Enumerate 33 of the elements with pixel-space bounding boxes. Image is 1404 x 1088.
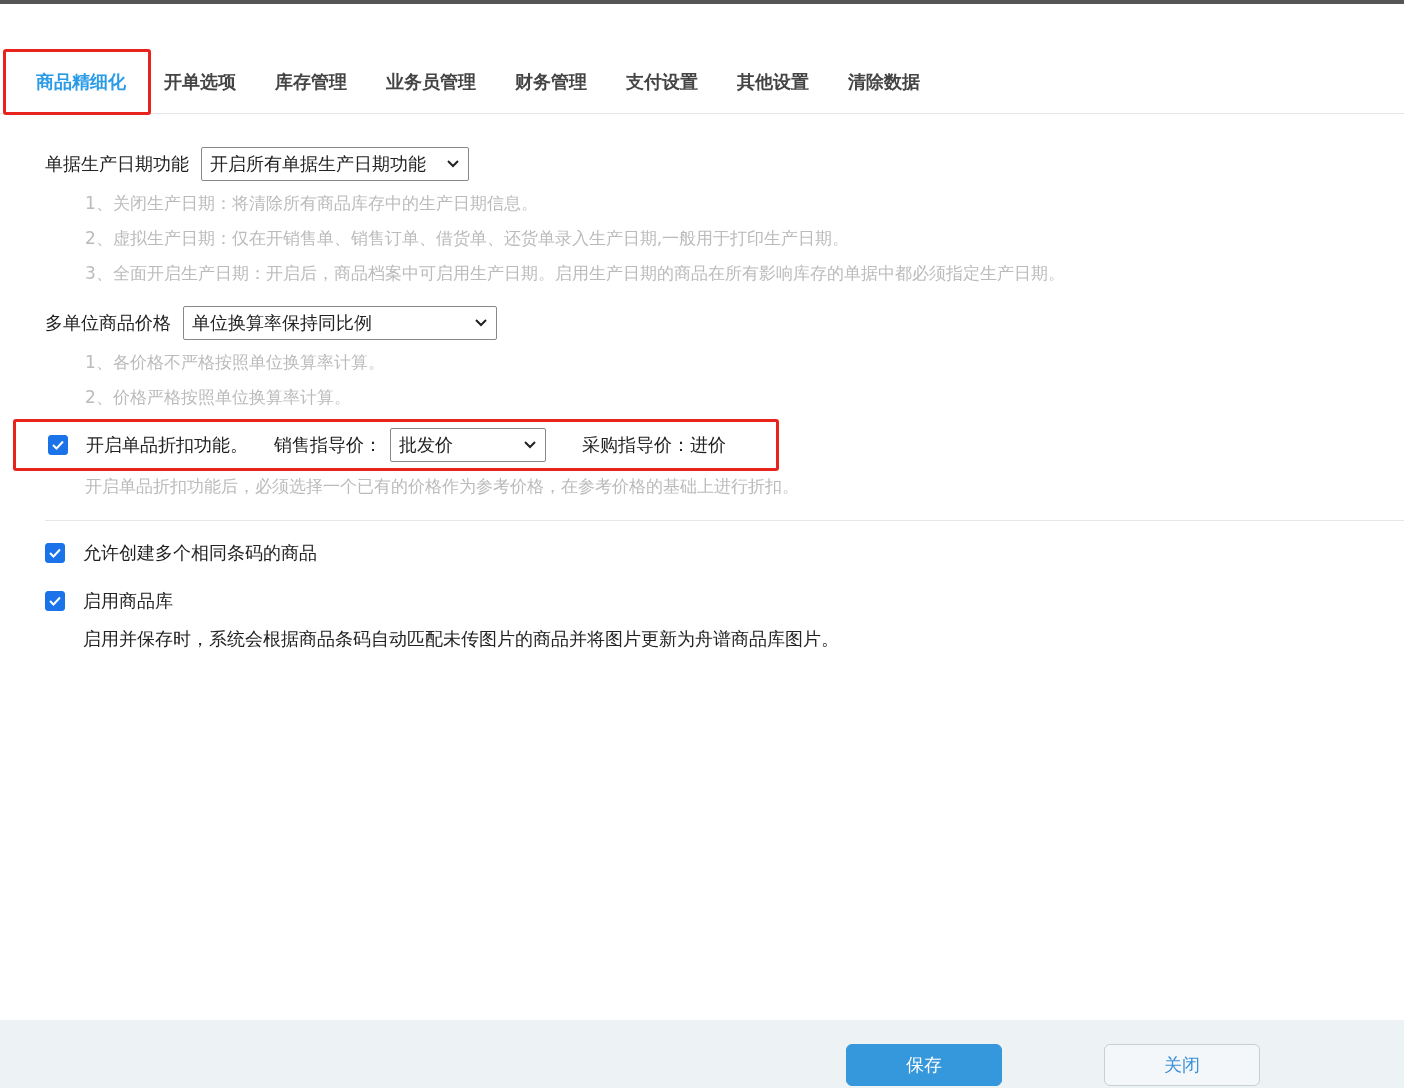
chevron-down-icon [523, 440, 537, 450]
field-label: 多单位商品价格 [45, 311, 171, 335]
tab[interactable]: 财务管理 [502, 49, 600, 115]
hint-text: 1、关闭生产日期：将清除所有商品库存中的生产日期信息。 [85, 192, 539, 215]
dropdown[interactable]: 批发价 [390, 428, 546, 462]
field-label: 销售指导价： [274, 433, 382, 457]
checkbox-label: 启用商品库 [83, 589, 173, 613]
tab[interactable]: 支付设置 [613, 49, 711, 115]
field-label: 单据生产日期功能 [45, 152, 189, 176]
checkbox[interactable] [48, 435, 68, 455]
checkbox[interactable] [45, 543, 65, 563]
chevron-down-icon [446, 159, 460, 169]
hint-text: 2、虚拟生产日期：仅在开销售单、销售订单、借货单、还货单录入生产日期,一般用于打印生产日期。 [85, 227, 851, 250]
checkbox[interactable] [45, 591, 65, 611]
hint-text: 3、全面开启生产日期：开启后，商品档案中可启用生产日期。启用生产日期的商品在所有影响库存的单据中都必须指定生产日期。 [85, 262, 1066, 285]
checkbox-label: 允许创建多个相同条码的商品 [83, 541, 317, 565]
tab[interactable]: 库存管理 [262, 49, 360, 115]
dropdown[interactable]: 单位换算率保持同比例 [183, 306, 497, 340]
purchase-guide-text: 采购指导价：进价 [582, 433, 726, 457]
checkmark-icon [49, 548, 61, 558]
checkbox-label: 开启单品折扣功能。 [86, 433, 248, 457]
checkmark-icon [49, 596, 61, 606]
tab[interactable]: 清除数据 [835, 49, 933, 115]
tab[interactable]: 开单选项 [151, 49, 249, 115]
chevron-down-icon [474, 318, 488, 328]
description-text: 启用并保存时，系统会根据商品条码自动匹配未传图片的商品并将图片更新为舟谱商品库图片。 [83, 627, 840, 651]
checkmark-icon [52, 440, 64, 450]
hint-text: 1、各价格不严格按照单位换算率计算。 [85, 351, 386, 374]
hint-text: 2、价格严格按照单位换算率计算。 [85, 386, 352, 409]
dropdown[interactable]: 开启所有单据生产日期功能 [201, 147, 469, 181]
hint-text: 开启单品折扣功能后，必须选择一个已有的价格作为参考价格，在参考价格的基础上进行折扣。 [85, 475, 800, 498]
tab[interactable]: 其他设置 [724, 49, 822, 115]
tab[interactable]: 业务员管理 [373, 49, 489, 115]
